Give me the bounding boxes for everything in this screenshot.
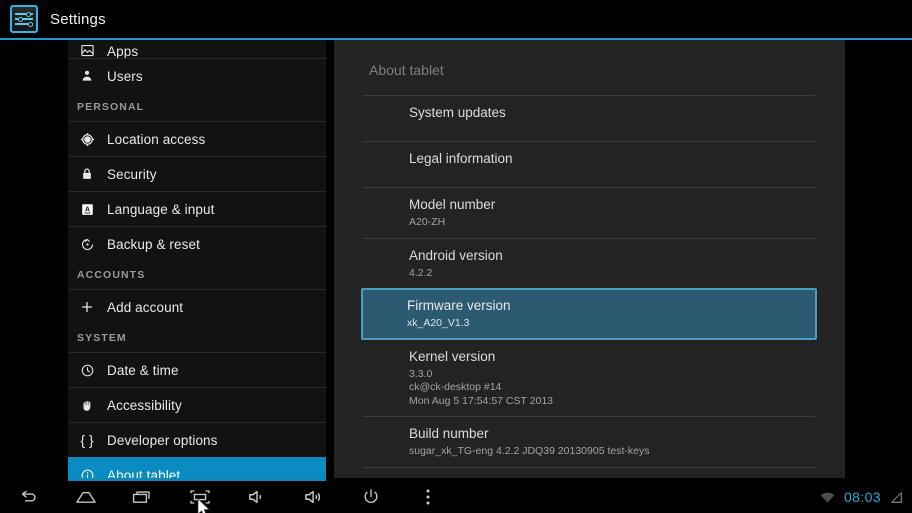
sidebar-item-label: Language & input bbox=[107, 201, 215, 217]
volume-down-icon[interactable] bbox=[228, 481, 285, 513]
sidebar-item-backup-reset[interactable]: Backup & reset bbox=[68, 226, 326, 261]
body-area: Apps Users PERSONAL Location access Secu… bbox=[0, 40, 912, 478]
clock[interactable]: 08:03 bbox=[844, 489, 881, 505]
sidebar-item-label: About tablet bbox=[107, 467, 181, 479]
android-settings-screen: Settings Apps Users PERSONAL Location ac… bbox=[0, 0, 912, 513]
sidebar-header-personal: PERSONAL bbox=[77, 101, 145, 113]
list-item-kernel-version[interactable]: Kernel version 3.3.0 ck@ck-desktop #14 M… bbox=[363, 340, 815, 417]
list-item-firmware-version[interactable]: Firmware version xk_A20_V1.3 bbox=[361, 288, 817, 340]
sidebar-item-language-input[interactable]: A Language & input bbox=[68, 191, 326, 226]
sidebar-header-accounts: ACCOUNTS bbox=[77, 269, 146, 281]
sidebar-item-label: Users bbox=[107, 68, 143, 84]
list-item-build-number[interactable]: Build number sugar_xk_TG-eng 4.2.2 JDQ39… bbox=[363, 416, 815, 467]
sidebar-item-add-account[interactable]: Add account bbox=[68, 289, 326, 324]
item-title: Kernel version bbox=[409, 348, 496, 364]
braces-icon: { } bbox=[80, 432, 94, 448]
location-crosshair-icon bbox=[76, 128, 98, 150]
wifi-icon[interactable] bbox=[820, 491, 835, 504]
sidebar-item-security[interactable]: Security bbox=[68, 156, 326, 191]
system-navigation-bar: 08:03 bbox=[0, 478, 912, 513]
overflow-menu-icon[interactable] bbox=[399, 481, 456, 513]
back-icon[interactable] bbox=[0, 481, 57, 513]
sidebar-item-label: Date & time bbox=[107, 362, 179, 378]
sidebar-item-apps[interactable]: Apps bbox=[68, 40, 326, 58]
item-title: Android version bbox=[409, 247, 503, 263]
sidebar-header-system: SYSTEM bbox=[77, 332, 127, 344]
sidebar-item-location-access[interactable]: Location access bbox=[68, 121, 326, 156]
item-value: sugar_xk_TG-eng 4.2.2 JDQ39 20130905 tes… bbox=[409, 445, 650, 457]
settings-sidebar[interactable]: Apps Users PERSONAL Location access Secu… bbox=[68, 40, 326, 478]
power-icon[interactable] bbox=[342, 481, 399, 513]
sidebar-item-label: Add account bbox=[107, 299, 184, 315]
lock-icon bbox=[76, 163, 98, 185]
item-title: Firmware version bbox=[407, 298, 511, 313]
sidebar-item-label: Accessibility bbox=[107, 397, 182, 413]
item-value: 3.3.0 ck@ck-desktop #14 Mon Aug 5 17:54:… bbox=[409, 367, 553, 407]
plus-icon bbox=[76, 296, 98, 318]
sidebar-item-label: Developer options bbox=[107, 432, 218, 448]
volume-up-icon[interactable] bbox=[285, 481, 342, 513]
sidebar-item-label: Apps bbox=[107, 44, 139, 59]
screenshot-icon[interactable] bbox=[171, 481, 228, 513]
info-circle-icon bbox=[76, 464, 98, 478]
list-item-legal-information[interactable]: Legal information bbox=[363, 141, 815, 187]
item-title: Model number bbox=[409, 197, 496, 212]
sidebar-item-accessibility[interactable]: Accessibility bbox=[68, 387, 326, 422]
sidebar-item-developer-options[interactable]: { } Developer options bbox=[68, 422, 326, 457]
apps-icon bbox=[76, 42, 98, 58]
action-bar: Settings bbox=[0, 0, 912, 38]
item-value: A20-ZH bbox=[409, 216, 446, 228]
settings-sliders-icon bbox=[10, 5, 38, 33]
sidebar-item-label: Backup & reset bbox=[107, 236, 200, 252]
sidebar-item-users[interactable]: Users bbox=[68, 58, 326, 93]
battery-triangle-icon[interactable] bbox=[890, 491, 904, 504]
item-title: System updates bbox=[409, 105, 506, 120]
item-title: Legal information bbox=[409, 151, 513, 166]
panel-title: About tablet bbox=[369, 62, 444, 78]
item-value: xk_A20_V1.3 bbox=[407, 317, 470, 329]
backup-restore-icon bbox=[76, 233, 98, 255]
sidebar-item-label: Location access bbox=[107, 131, 206, 147]
hand-icon bbox=[76, 394, 98, 416]
sidebar-item-label: Security bbox=[107, 166, 157, 182]
letter-a-box-icon: A bbox=[76, 198, 98, 220]
clock-icon bbox=[76, 359, 98, 381]
list-item-android-version[interactable]: Android version 4.2.2 bbox=[363, 237, 815, 289]
sidebar-item-about-tablet[interactable]: About tablet bbox=[68, 457, 326, 478]
sidebar-item-date-time[interactable]: Date & time bbox=[68, 352, 326, 387]
about-tablet-list: System updates Legal information Model n… bbox=[361, 95, 817, 468]
app-title: Settings bbox=[50, 10, 106, 28]
user-icon bbox=[76, 65, 98, 87]
item-value: 4.2.2 bbox=[409, 266, 433, 279]
home-icon[interactable] bbox=[57, 481, 114, 513]
list-bottom-divider bbox=[363, 466, 815, 468]
list-item-model-number[interactable]: Model number A20-ZH bbox=[363, 187, 815, 238]
navbar-buttons bbox=[0, 481, 456, 513]
recents-icon[interactable] bbox=[114, 481, 171, 513]
list-item-system-updates[interactable]: System updates bbox=[363, 95, 815, 141]
status-area: 08:03 bbox=[820, 481, 904, 513]
about-tablet-panel: About tablet System updates Legal inform… bbox=[334, 40, 845, 478]
item-title: Build number bbox=[409, 426, 489, 441]
